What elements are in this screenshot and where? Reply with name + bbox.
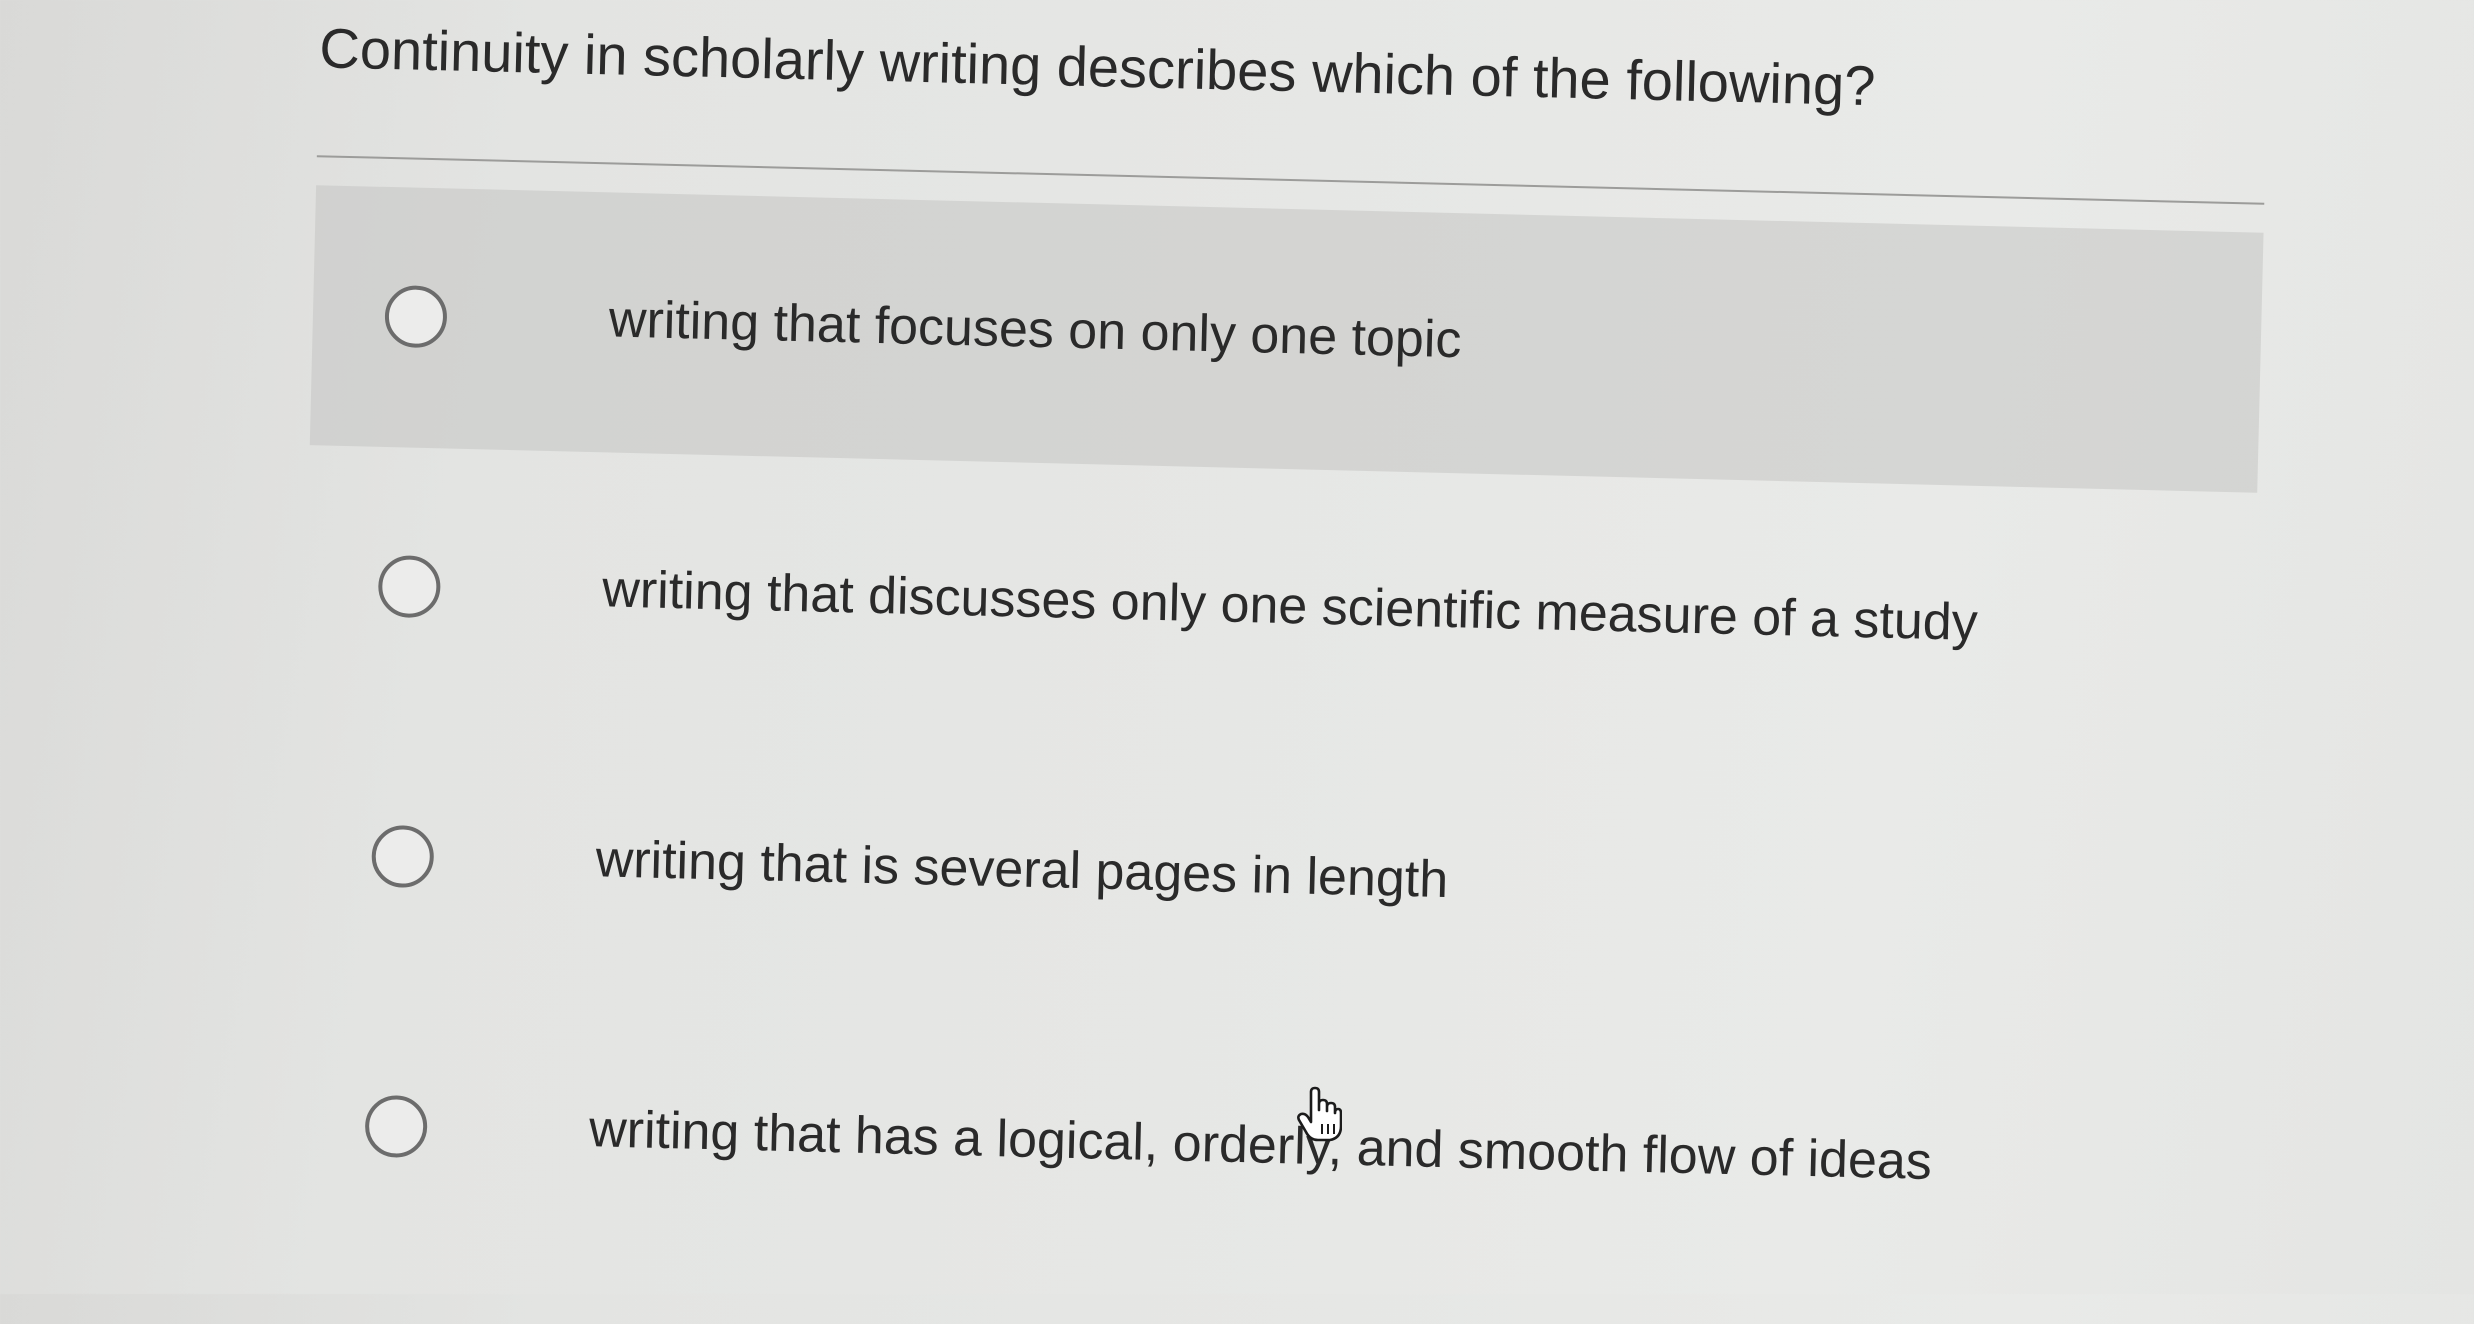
answer-option-2[interactable]: writing that discusses only one scientif… [303,455,2257,763]
radio-button-4[interactable] [364,1094,428,1159]
answer-option-3[interactable]: writing that is several pages in length [297,725,2251,1033]
radio-button-3[interactable] [371,824,435,889]
answer-option-label: writing that has a logical, orderly, and… [588,1100,1933,1191]
answer-option-1[interactable]: writing that focuses on only one topic [309,185,2264,493]
answer-option-label: writing that focuses on only one topic [608,290,1463,370]
hand-pointer-icon [1297,1086,1342,1142]
radio-button-2[interactable] [377,554,442,619]
radio-button-1[interactable] [384,284,448,349]
quiz-question-area: Continuity in scholarly writing describe… [0,0,2474,1324]
answer-option-4[interactable]: writing that has a logical, orderly, and… [290,995,2244,1303]
answer-option-label: writing that discusses only one scientif… [601,560,1979,652]
answer-option-label: writing that is several pages in length [595,830,1449,910]
question-text: Continuity in scholarly writing describe… [318,16,1877,118]
